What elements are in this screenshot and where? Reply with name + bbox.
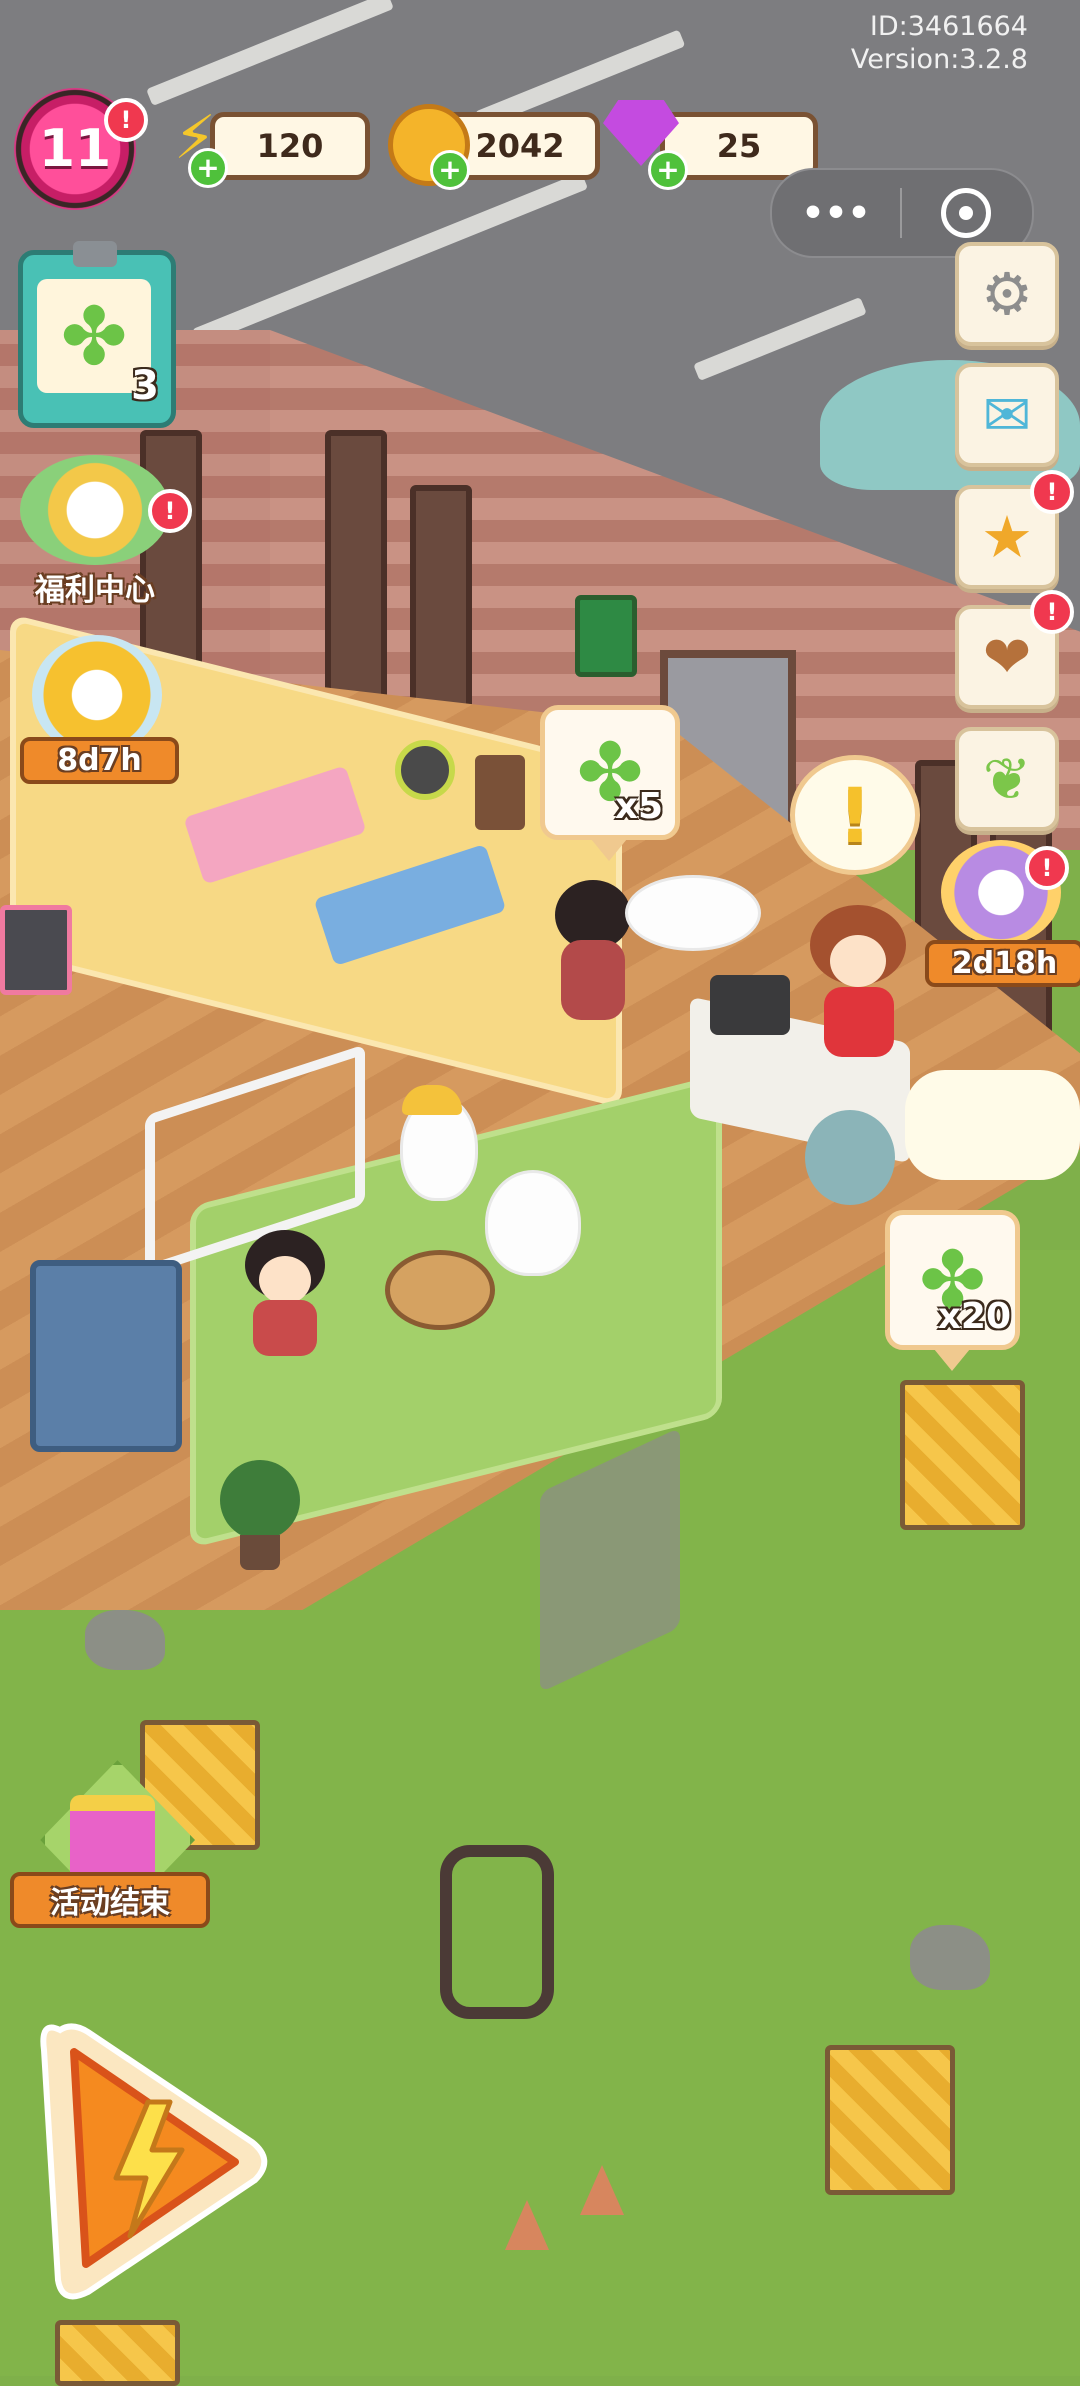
energy-counter: 120 (210, 112, 370, 180)
event-timer: 8d7h (20, 737, 179, 784)
notification-dot: ! (148, 489, 192, 533)
notification-dot: ! (104, 98, 148, 142)
add-gems-button[interactable]: + (648, 150, 688, 190)
wall-clock (575, 595, 637, 677)
speaker (475, 755, 525, 830)
character-body (253, 1300, 317, 1356)
gem-value: 25 (716, 127, 762, 165)
character-body (824, 987, 894, 1057)
gear-icon[interactable]: ⚙ (955, 242, 1059, 346)
gift-timer: 2d18h (925, 940, 1080, 987)
ab-roller (395, 740, 455, 800)
add-energy-button[interactable]: + (188, 148, 228, 188)
construction-sign[interactable] (900, 1380, 1025, 1530)
welfare-center-button[interactable]: ! 福利中心 (10, 455, 192, 608)
activity-gift-button[interactable]: 活动结束 (10, 1760, 210, 1935)
window (325, 430, 387, 702)
traffic-cone (505, 2200, 549, 2250)
notification-dot: ! (1030, 590, 1074, 634)
construction-sign[interactable] (825, 2045, 955, 2195)
tree-stump (910, 1925, 990, 1990)
traffic-cone (580, 2165, 624, 2215)
welfare-center-label: 福利中心 (35, 573, 155, 608)
receptionist-character[interactable] (810, 905, 910, 1057)
gift-event-button[interactable]: ! 2d18h (925, 840, 1080, 990)
mail-icon[interactable]: ✉ (955, 363, 1059, 467)
character-face (259, 1256, 311, 1304)
clipboard-clip-icon (73, 241, 117, 267)
arcade-machine[interactable] (30, 1260, 182, 1452)
player-level: 11 (38, 119, 112, 179)
alert-bubble[interactable]: ! (790, 755, 920, 875)
lightning-play-icon[interactable] (30, 2010, 270, 2310)
construction-sign[interactable] (55, 2320, 180, 2386)
clover-reward-bubble[interactable]: ✤ x5 (540, 705, 680, 861)
coin-value: 2042 (475, 127, 565, 165)
notification-dot: ! (1025, 846, 1069, 890)
exclamation-icon: ! (837, 770, 873, 860)
quest-clipboard-button[interactable]: ✤ 3 (18, 241, 176, 428)
character-face (830, 935, 886, 987)
character-body (561, 940, 625, 1020)
potted-plant (220, 1460, 300, 1540)
clover-reward-count: x5 (614, 786, 663, 827)
more-options-icon[interactable]: ••• (772, 170, 900, 256)
tree-stump (85, 1610, 165, 1670)
broken-tire-rack[interactable] (440, 1845, 554, 2019)
game-version: Version:3.2.8 (850, 44, 1028, 75)
player-id: ID:3461664 (869, 11, 1028, 42)
activity-ended-label: 活动结束 (10, 1872, 210, 1928)
bubble-tail (591, 839, 627, 861)
quest-count: 3 (131, 363, 159, 409)
account-info: ID:3461664 Version:3.2.8 (760, 10, 1028, 76)
clover-reward-count: x20 (937, 1296, 1011, 1337)
sleeping-cat (625, 875, 761, 951)
treadmill[interactable] (0, 905, 72, 995)
flower-bed (905, 1070, 1080, 1180)
clover-reward-bubble[interactable]: ✤ x20 (885, 1210, 1020, 1371)
plant-pot (240, 1535, 280, 1570)
customer-character[interactable] (555, 880, 631, 1020)
add-coins-button[interactable]: + (430, 150, 470, 190)
album-icon[interactable]: ❦ (955, 727, 1059, 831)
event-button[interactable]: 8d7h (20, 635, 179, 785)
coffee-table (385, 1250, 495, 1330)
duck-character[interactable] (485, 1170, 581, 1276)
topiary-plant (805, 1110, 895, 1205)
cash-register (710, 975, 790, 1035)
energy-value: 120 (256, 127, 324, 165)
worker-character[interactable] (245, 1230, 325, 1356)
bubble-tail (934, 1349, 970, 1371)
notification-dot: ! (1030, 470, 1074, 514)
boost-play-button-graphic (40, 2023, 268, 2300)
